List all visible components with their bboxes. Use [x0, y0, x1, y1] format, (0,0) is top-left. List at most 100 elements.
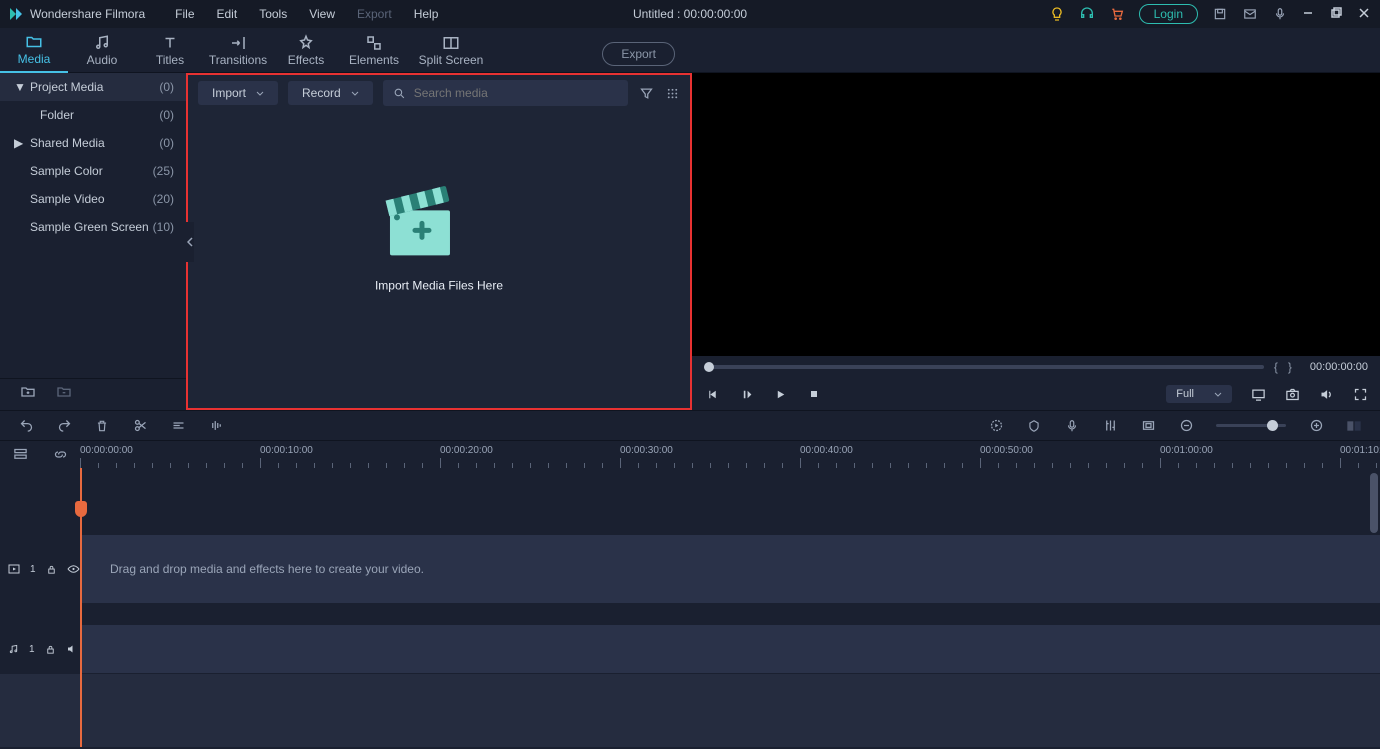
maximize-button[interactable]: [1330, 7, 1344, 21]
message-icon[interactable]: [1242, 6, 1258, 22]
scrollbar-thumb[interactable]: [1370, 473, 1378, 533]
tab-transitions[interactable]: Transitions: [204, 28, 272, 73]
ruler-mark: 00:00:50:00: [980, 445, 1033, 456]
lightbulb-icon[interactable]: [1049, 6, 1065, 22]
crop-icon[interactable]: [1140, 418, 1156, 434]
audio-track-icon: [8, 644, 19, 655]
tab-media[interactable]: Media: [0, 28, 68, 73]
scrubber-thumb[interactable]: [704, 362, 714, 372]
tab-elements[interactable]: Elements: [340, 28, 408, 73]
play-button[interactable]: [772, 386, 788, 402]
search-input[interactable]: [414, 86, 618, 100]
media-drop-zone[interactable]: Import Media Files Here: [375, 180, 503, 292]
tab-transitions-label: Transitions: [209, 53, 267, 67]
visibility-icon[interactable]: [67, 561, 80, 577]
snapshot-icon[interactable]: [1284, 386, 1300, 402]
mixer-icon[interactable]: [1102, 418, 1118, 434]
import-dropdown[interactable]: Import: [198, 81, 278, 105]
tab-audio-label: Audio: [87, 53, 118, 67]
menu-tools[interactable]: Tools: [249, 3, 297, 25]
marker-icon[interactable]: [1026, 418, 1042, 434]
split-button[interactable]: [132, 418, 148, 434]
timeline-ruler[interactable]: 00:00:00:0000:00:10:0000:00:20:0000:00:3…: [80, 441, 1380, 468]
audio-track-head: 1: [0, 625, 80, 673]
preview-canvas[interactable]: [692, 73, 1380, 356]
sidebar-sample-color[interactable]: Sample Color(25): [0, 157, 186, 185]
zoom-in-button[interactable]: [1308, 418, 1324, 434]
track-manager-icon[interactable]: [12, 447, 28, 463]
sidebar-tools: [0, 378, 186, 404]
lock-track-icon[interactable]: [45, 641, 56, 657]
menu-view[interactable]: View: [299, 3, 345, 25]
mute-track-icon[interactable]: [66, 641, 78, 657]
mark-in-button[interactable]: {: [1274, 360, 1278, 374]
playhead-handle[interactable]: [75, 501, 87, 517]
video-track-1[interactable]: 1 Drag and drop media and effects here t…: [0, 534, 1380, 604]
tab-media-label: Media: [18, 52, 51, 66]
search-media[interactable]: [383, 80, 628, 106]
sidebar: ▼Project Media(0) Folder(0) ▶Shared Medi…: [0, 73, 186, 410]
preview-scrubber[interactable]: [704, 365, 1264, 369]
sidebar-sample-green[interactable]: Sample Green Screen(10): [0, 213, 186, 241]
timeline-toolbar: [0, 410, 1380, 440]
chevron-down-icon: [1214, 392, 1222, 397]
login-button[interactable]: Login: [1139, 4, 1198, 24]
media-panel[interactable]: Import Record Import Media Files Here: [186, 73, 692, 410]
stop-button[interactable]: [806, 386, 822, 402]
zoom-out-button[interactable]: [1178, 418, 1194, 434]
undo-button[interactable]: [18, 418, 34, 434]
voiceover-icon[interactable]: [1064, 418, 1080, 434]
mic-download-icon[interactable]: [1272, 6, 1288, 22]
tab-effects-label: Effects: [288, 53, 324, 67]
sidebar-project-media[interactable]: ▼Project Media(0): [0, 73, 186, 101]
grid-view-icon[interactable]: [664, 85, 680, 101]
lock-track-icon[interactable]: [46, 561, 57, 577]
sidebar-folder[interactable]: Folder(0): [0, 101, 186, 129]
playhead[interactable]: [80, 468, 82, 747]
menu-export[interactable]: Export: [347, 3, 402, 25]
tab-split-screen[interactable]: Split Screen: [408, 28, 494, 73]
display-icon[interactable]: [1250, 386, 1266, 402]
tab-effects[interactable]: Effects: [272, 28, 340, 73]
menu-help[interactable]: Help: [404, 3, 449, 25]
mark-out-button[interactable]: }: [1288, 360, 1292, 374]
titlebar: Wondershare Filmora File Edit Tools View…: [0, 0, 1380, 28]
delete-button[interactable]: [94, 418, 110, 434]
link-icon[interactable]: [52, 447, 68, 463]
preview-quality-dropdown[interactable]: Full: [1166, 385, 1232, 403]
menu-file[interactable]: File: [165, 3, 204, 25]
prev-frame-button[interactable]: [704, 386, 720, 402]
video-track-num: 1: [30, 564, 36, 575]
preview-time: 00:00:00:00: [1310, 361, 1368, 373]
tab-titles[interactable]: Titles: [136, 28, 204, 73]
audio-sync-icon[interactable]: [208, 418, 224, 434]
sidebar-sample-video[interactable]: Sample Video(20): [0, 185, 186, 213]
delete-folder-icon[interactable]: [56, 384, 72, 400]
cart-icon[interactable]: [1109, 6, 1125, 22]
save-icon[interactable]: [1212, 6, 1228, 22]
zoom-thumb[interactable]: [1267, 420, 1278, 431]
close-button[interactable]: [1358, 7, 1372, 21]
ruler-mark: 00:00:30:00: [620, 445, 673, 456]
main-menu: File Edit Tools View Export Help: [165, 3, 448, 25]
fullscreen-icon[interactable]: [1352, 386, 1368, 402]
volume-icon[interactable]: [1318, 386, 1334, 402]
minimize-button[interactable]: [1302, 7, 1316, 21]
ruler-mark: 00:00:00:00: [80, 445, 133, 456]
menu-edit[interactable]: Edit: [207, 3, 248, 25]
audio-track-1[interactable]: 1: [0, 624, 1380, 674]
render-icon[interactable]: [988, 418, 1004, 434]
edit-button[interactable]: [170, 418, 186, 434]
filter-icon[interactable]: [638, 85, 654, 101]
zoom-fit-button[interactable]: [1346, 418, 1362, 434]
new-folder-icon[interactable]: [20, 384, 36, 400]
record-dropdown[interactable]: Record: [288, 81, 373, 105]
tab-audio[interactable]: Audio: [68, 28, 136, 73]
export-button[interactable]: Export: [602, 42, 675, 66]
zoom-slider[interactable]: [1216, 424, 1286, 427]
redo-button[interactable]: [56, 418, 72, 434]
sidebar-collapse-handle[interactable]: [186, 222, 194, 262]
sidebar-shared-media[interactable]: ▶Shared Media(0): [0, 129, 186, 157]
headset-icon[interactable]: [1079, 6, 1095, 22]
play-pause-button[interactable]: [738, 386, 754, 402]
